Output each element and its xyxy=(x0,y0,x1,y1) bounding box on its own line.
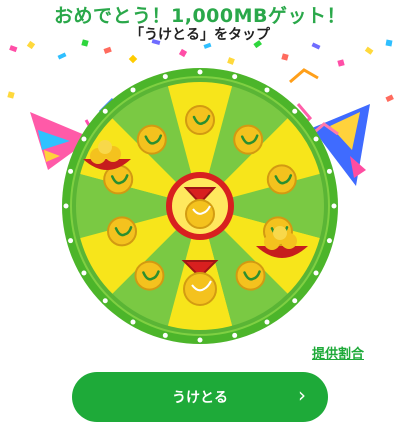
wheel-stud xyxy=(81,270,87,276)
wheel-stud xyxy=(326,168,332,174)
wheel-stud xyxy=(232,74,238,80)
v-coin-icon xyxy=(134,260,165,291)
wheel-stud xyxy=(264,87,270,93)
wheel-stud xyxy=(102,298,108,304)
wheel-stud xyxy=(232,332,238,338)
v-coin-icon xyxy=(266,164,297,195)
center-medal xyxy=(166,172,234,240)
wheel-stud xyxy=(162,332,168,338)
receive-button[interactable]: うけとる › xyxy=(72,372,328,422)
v-coin-icon xyxy=(233,124,264,155)
v-coin-icon xyxy=(185,105,215,135)
wheel-stud xyxy=(331,203,337,209)
wheel-stud xyxy=(68,238,74,244)
wheel-stud xyxy=(197,337,203,343)
instruction-text: 「うけとる」をタップ xyxy=(130,27,270,43)
wheel-stud xyxy=(130,319,136,325)
chevron-right-icon: › xyxy=(298,383,306,407)
wheel-stud xyxy=(81,136,87,142)
wheel-stud xyxy=(63,203,69,209)
wheel-stud xyxy=(292,298,298,304)
provide-ratio-link[interactable]: 提供割合 xyxy=(312,343,364,362)
wheel-stud xyxy=(68,168,74,174)
wheel-stud xyxy=(102,108,108,114)
v-coin-icon xyxy=(136,124,167,155)
v-coin-icon xyxy=(235,260,266,291)
wheel-stud xyxy=(292,108,298,114)
wheel-stud xyxy=(326,238,332,244)
wheel-stud xyxy=(264,319,270,325)
wheel-stud xyxy=(130,87,136,93)
v-coin-icon xyxy=(107,216,138,247)
receive-button-label: うけとる xyxy=(172,390,228,406)
wheel-stud xyxy=(313,270,319,276)
prize-wheel xyxy=(62,68,338,344)
wheel-stud xyxy=(197,69,203,75)
wheel-stud xyxy=(162,74,168,80)
wheel-stud xyxy=(313,136,319,142)
